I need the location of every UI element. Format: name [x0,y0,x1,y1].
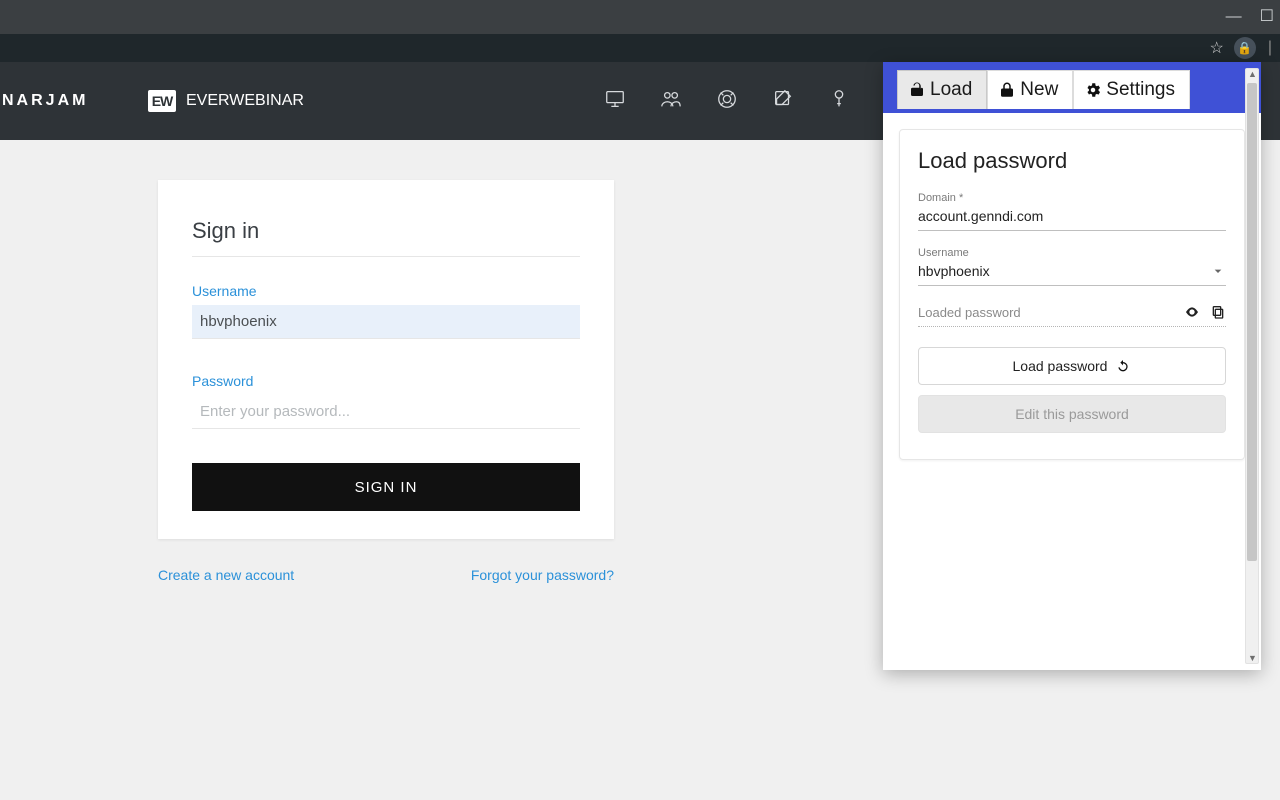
loaded-password-label: Loaded password [918,305,1021,320]
signin-title: Sign in [192,218,580,244]
signin-card: Sign in Username Password SIGN IN [158,180,614,539]
bookmark-star-icon[interactable]: ☆ [1210,38,1224,58]
tab-settings[interactable]: Settings [1073,70,1190,109]
toolbar-separator: | [1266,39,1272,57]
load-password-title: Load password [918,148,1226,174]
window-maximize-button[interactable]: ☐ [1260,9,1274,25]
everwebinar-brand-text: EVERWEBINAR [186,92,304,110]
password-label: Password [192,373,580,389]
signin-button[interactable]: SIGN IN [192,463,580,511]
scroll-up-arrow-icon[interactable]: ▲ [1248,69,1257,79]
lifebuoy-icon[interactable] [716,88,738,115]
password-input[interactable] [192,395,580,429]
unlock-icon [908,81,926,99]
popup-scrollbar[interactable]: ▲ ▼ [1245,68,1259,664]
copy-icon[interactable] [1210,304,1226,320]
popup-tabs: Load New Settings [883,62,1261,109]
key-icon[interactable] [828,88,850,115]
people-icon[interactable] [660,88,682,115]
chevron-down-icon [1210,263,1226,279]
refresh-icon [1115,358,1131,374]
username-input[interactable] [192,305,580,339]
pm-username-select[interactable]: hbvphoenix [918,261,1226,286]
tab-new[interactable]: New [987,70,1073,109]
forgot-password-link[interactable]: Forgot your password? [471,567,614,583]
load-password-card: Load password Domain * account.genndi.co… [899,129,1245,460]
load-password-button[interactable]: Load password [918,347,1226,385]
everwebinar-logo-icon: EW [148,90,176,112]
edit-password-button: Edit this password [918,395,1226,433]
window-minimize-button[interactable]: — [1226,9,1242,25]
compose-icon[interactable] [772,88,794,115]
brand-webinarjam[interactable]: NARJAM [0,92,90,110]
lock-icon [998,81,1016,99]
signin-divider [192,256,580,257]
tab-settings-label: Settings [1106,79,1175,101]
edit-password-button-label: Edit this password [1015,406,1129,422]
extension-lock-icon[interactable]: 🔒 [1234,37,1256,59]
domain-input[interactable]: account.genndi.com [918,206,1226,231]
domain-value: account.genndi.com [918,208,1043,224]
loaded-password-row: Loaded password [918,302,1226,327]
brand-everwebinar[interactable]: EW EVERWEBINAR [148,90,304,112]
pm-username-label: Username [918,247,1226,259]
scroll-thumb[interactable] [1247,83,1257,561]
tab-load-label: Load [930,79,972,101]
gear-icon [1084,81,1102,99]
tab-new-label: New [1020,79,1058,101]
monitor-icon[interactable] [604,88,626,115]
create-account-link[interactable]: Create a new account [158,567,294,583]
pm-username-value: hbvphoenix [918,263,990,279]
domain-label: Domain * [918,192,1226,204]
scroll-down-arrow-icon[interactable]: ▼ [1248,653,1257,663]
eye-icon[interactable] [1184,304,1200,320]
username-label: Username [192,283,580,299]
signin-links-row: Create a new account Forgot your passwor… [158,539,614,583]
load-password-button-label: Load password [1013,358,1108,374]
password-manager-popup: Load New Settings Load password Domain *… [883,62,1261,670]
tab-load[interactable]: Load [897,70,987,109]
browser-toolbar: ☆ 🔒 | [0,34,1280,62]
popup-body: Load password Domain * account.genndi.co… [883,113,1261,670]
window-titlebar: — ☐ [0,0,1280,34]
